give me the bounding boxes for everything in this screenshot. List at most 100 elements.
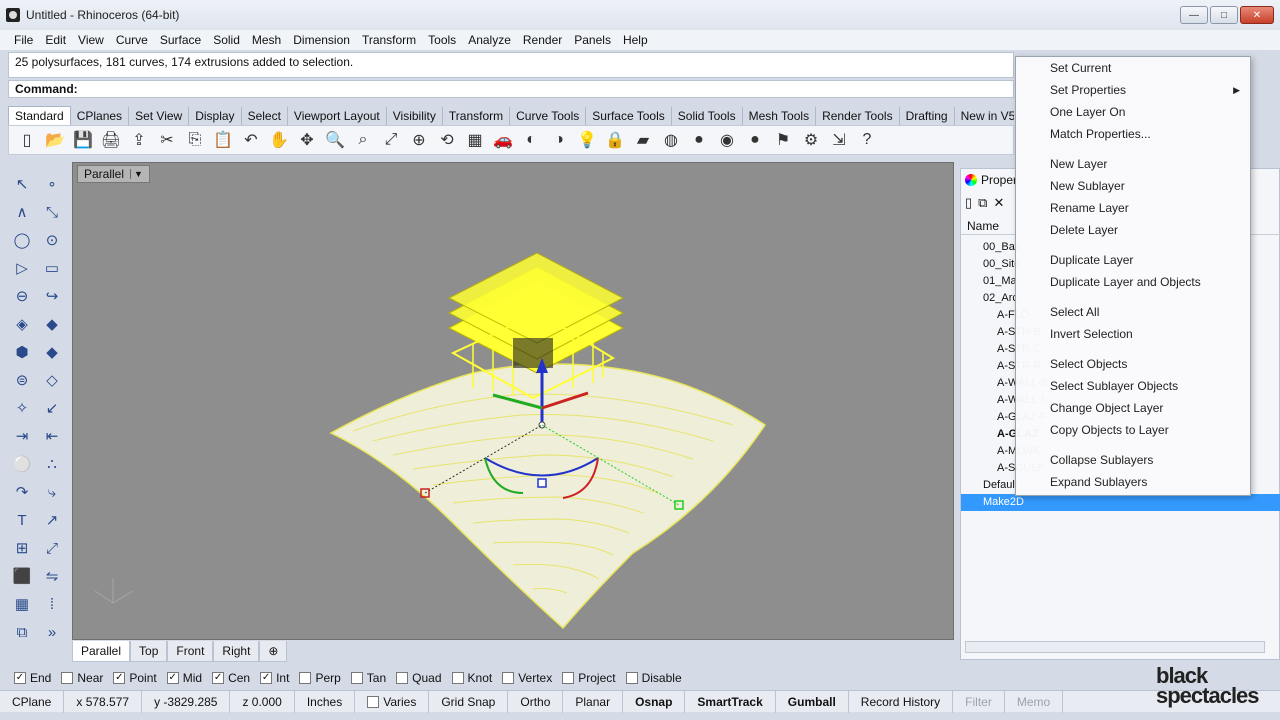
maximize-button[interactable]: □ (1210, 6, 1238, 24)
left-tool-27-icon[interactable]: ⤢ (38, 534, 66, 562)
save-icon[interactable]: 💾 (71, 128, 95, 152)
context-menu-duplicate-layer-and-objects[interactable]: Duplicate Layer and Objects (1016, 271, 1250, 293)
menu-view[interactable]: View (72, 33, 110, 47)
left-tool-8-icon[interactable]: ⊖ (8, 282, 36, 310)
menu-surface[interactable]: Surface (154, 33, 207, 47)
left-tool-16-icon[interactable]: ✧ (8, 394, 36, 422)
osnap-tan[interactable]: Tan (350, 671, 386, 685)
bulb-icon[interactable]: 💡 (575, 128, 599, 152)
sphere-shaded-icon[interactable]: ◉ (715, 128, 739, 152)
left-tool-33-icon[interactable]: » (38, 618, 66, 646)
menu-transform[interactable]: Transform (356, 33, 422, 47)
left-tool-21-icon[interactable]: ∴ (38, 450, 66, 478)
context-menu-copy-objects-to-layer[interactable]: Copy Objects to Layer (1016, 419, 1250, 441)
left-tool-17-icon[interactable]: ↙ (38, 394, 66, 422)
context-menu-new-layer[interactable]: New Layer (1016, 153, 1250, 175)
zoom-icon[interactable]: 🔍 (323, 128, 347, 152)
toolbar-tab-set-view[interactable]: Set View (129, 107, 190, 125)
context-menu-select-sublayer-objects[interactable]: Select Sublayer Objects (1016, 375, 1250, 397)
osnap-checkbox[interactable] (396, 672, 409, 684)
context-menu-set-current[interactable]: Set Current (1016, 57, 1250, 79)
left-tool-25-icon[interactable]: ↗ (38, 506, 66, 534)
copy-icon[interactable]: ⎘ (183, 128, 207, 152)
osnap-knot[interactable]: Knot (451, 671, 492, 685)
context-menu-set-properties[interactable]: Set Properties ▶ (1016, 79, 1250, 101)
zoom-window-icon[interactable]: ⌕ (351, 128, 375, 152)
record-history-toggle[interactable]: Record History (849, 690, 954, 713)
gear-icon[interactable]: ⚙ (799, 128, 823, 152)
left-tool-3-icon[interactable]: ⤡ (38, 198, 66, 226)
show-icon[interactable]: ◑ (547, 128, 571, 152)
paste-icon[interactable]: 📋 (211, 128, 235, 152)
viewport-tab-front[interactable]: Front (167, 640, 214, 662)
context-menu-select-all[interactable]: Select All (1016, 301, 1250, 323)
toolbar-tab-solid-tools[interactable]: Solid Tools (672, 107, 743, 125)
osnap-near[interactable]: Near (61, 671, 103, 685)
osnap-project[interactable]: Project (562, 671, 616, 685)
ortho-toggle[interactable]: Ortho (508, 690, 564, 713)
viewport-parallel[interactable]: Parallel ▼ (72, 162, 954, 640)
color-wheel-icon[interactable]: ◍ (659, 128, 683, 152)
menu-dimension[interactable]: Dimension (287, 33, 356, 47)
menu-mesh[interactable]: Mesh (246, 33, 287, 47)
left-tool-0-icon[interactable]: ↖ (8, 170, 36, 198)
pan-icon[interactable]: ✋ (267, 128, 291, 152)
osnap-checkbox[interactable]: ✓ (166, 672, 179, 684)
left-tool-24-icon[interactable]: T (8, 506, 36, 534)
toolbar-tab-curve-tools[interactable]: Curve Tools (510, 107, 587, 125)
menu-solid[interactable]: Solid (207, 33, 246, 47)
osnap-checkbox[interactable]: ✓ (14, 672, 26, 684)
left-tool-30-icon[interactable]: ▦ (8, 590, 36, 618)
osnap-quad[interactable]: Quad (396, 671, 442, 685)
left-tool-20-icon[interactable]: ⚪ (8, 450, 36, 478)
osnap-checkbox[interactable] (350, 672, 363, 684)
planar-toggle[interactable]: Planar (563, 690, 624, 713)
viewport-tab-right[interactable]: Right (213, 640, 260, 662)
osnap-checkbox[interactable]: ✓ (212, 672, 225, 684)
menu-analyze[interactable]: Analyze (462, 33, 517, 47)
context-menu-new-sublayer[interactable]: New Sublayer (1016, 175, 1250, 197)
osnap-checkbox[interactable] (451, 672, 464, 684)
left-tool-11-icon[interactable]: ◆ (38, 310, 66, 338)
hide-icon[interactable]: ◐ (519, 128, 543, 152)
dimension-icon[interactable]: ⇲ (827, 128, 851, 152)
add-viewport-icon[interactable]: ⊕ (259, 640, 288, 662)
rotate-view-icon[interactable]: ⟲ (435, 128, 459, 152)
layer-status[interactable]: Varies (355, 690, 430, 713)
menu-curve[interactable]: Curve (110, 33, 154, 47)
left-tool-6-icon[interactable]: ▷ (8, 254, 36, 282)
print-icon[interactable]: 🖨 (99, 128, 123, 152)
left-tool-31-icon[interactable]: ⁞ (38, 590, 66, 618)
cut-icon[interactable]: ✂ (155, 128, 179, 152)
menu-help[interactable]: Help (617, 33, 654, 47)
osnap-disable[interactable]: Disable (625, 671, 682, 685)
lock-icon[interactable]: 🔒 (603, 128, 627, 152)
smarttrack-toggle[interactable]: SmartTrack (685, 690, 776, 713)
osnap-checkbox[interactable]: ✓ (260, 672, 273, 684)
left-tool-12-icon[interactable]: ⬢ (8, 338, 36, 366)
filter-toggle[interactable]: Filter (953, 690, 1005, 713)
toolbar-tab-display[interactable]: Display (189, 107, 242, 125)
context-menu-match-properties[interactable]: Match Properties... (1016, 123, 1250, 145)
toolbar-tab-render-tools[interactable]: Render Tools (816, 107, 900, 125)
toolbar-tab-visibility[interactable]: Visibility (387, 107, 443, 125)
cplane-label[interactable]: CPlane (0, 690, 65, 713)
left-tool-18-icon[interactable]: ⇥ (8, 422, 36, 450)
osnap-mid[interactable]: ✓ Mid (166, 671, 202, 685)
context-menu-one-layer-on[interactable]: One Layer On (1016, 101, 1250, 123)
new-icon[interactable]: ▯ (15, 128, 39, 152)
left-tool-32-icon[interactable]: ⧉ (8, 618, 36, 646)
osnap-checkbox[interactable] (299, 672, 312, 684)
toolbar-tab-transform[interactable]: Transform (443, 107, 511, 125)
left-tool-15-icon[interactable]: ◇ (38, 366, 66, 394)
toolbar-tab-cplanes[interactable]: CPlanes (71, 107, 130, 125)
new-layer-icon[interactable]: ▯ (965, 195, 972, 211)
left-tool-10-icon[interactable]: ◈ (8, 310, 36, 338)
properties-tab[interactable]: Proper (965, 173, 1017, 187)
toolbar-tab-drafting[interactable]: Drafting (900, 107, 955, 125)
left-tool-26-icon[interactable]: ⊞ (8, 534, 36, 562)
osnap-checkbox[interactable] (61, 672, 74, 684)
delete-layer-icon[interactable]: ✕ (993, 195, 1004, 211)
sphere-blue-icon[interactable]: ● (743, 128, 767, 152)
menu-render[interactable]: Render (517, 33, 568, 47)
